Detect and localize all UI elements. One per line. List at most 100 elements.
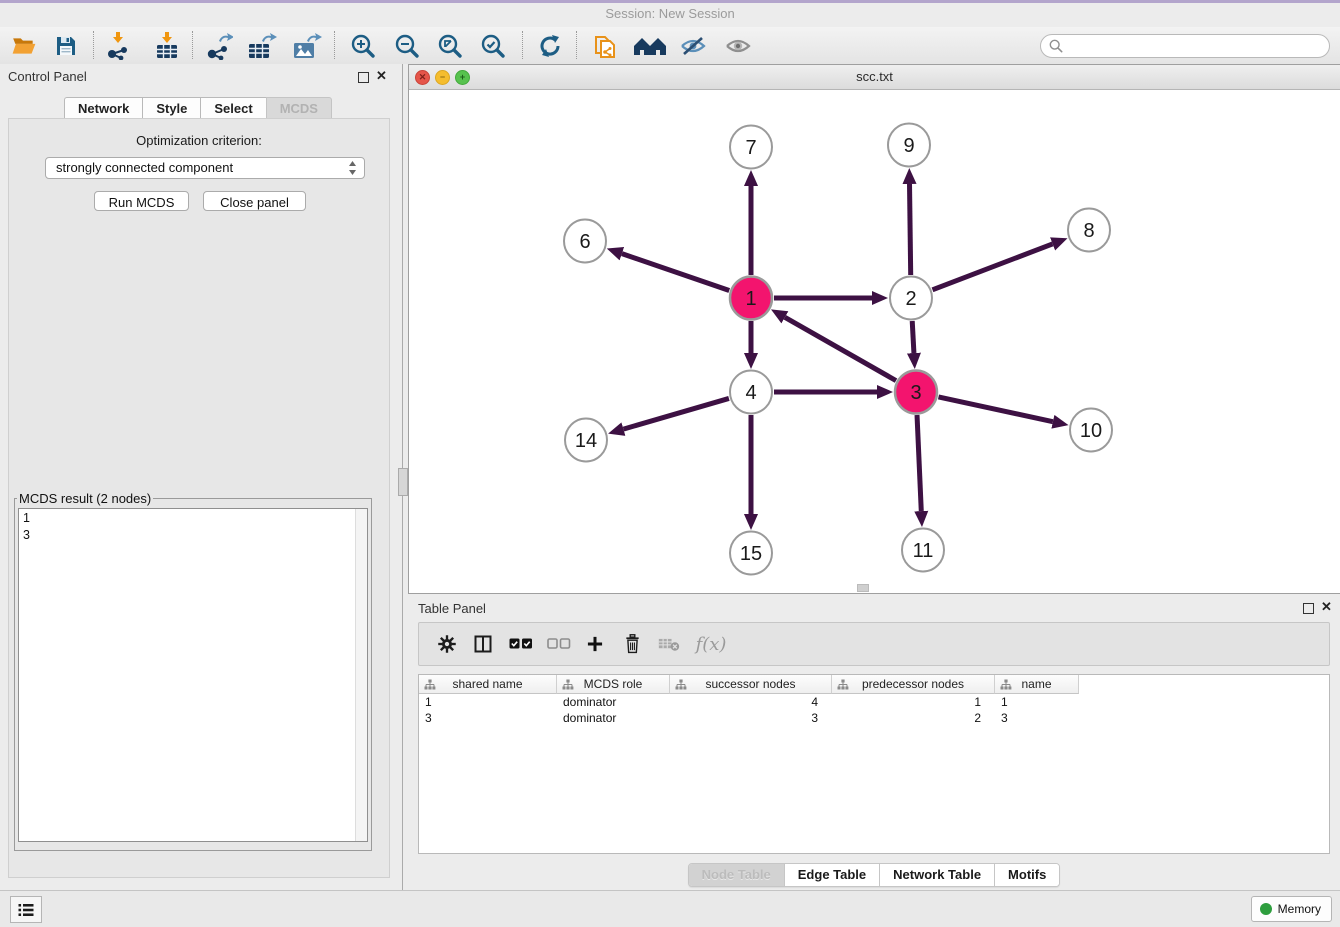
- close-panel-button[interactable]: Close panel: [203, 191, 306, 211]
- app-titlebar[interactable]: Session: New Session: [0, 0, 1340, 30]
- export-image-icon: [292, 32, 322, 60]
- node-table[interactable]: shared nameMCDS rolesuccessor nodesprede…: [418, 674, 1330, 854]
- tab-network-table[interactable]: Network Table: [880, 864, 995, 886]
- column-header-shared-name[interactable]: shared name: [419, 675, 557, 694]
- graph-node-1[interactable]: 1: [730, 277, 772, 320]
- task-history-button[interactable]: [10, 896, 42, 923]
- function-builder-button[interactable]: f(x): [691, 631, 731, 657]
- minimize-window-icon[interactable]: −: [435, 70, 450, 85]
- checked-boxes-icon: [509, 637, 533, 651]
- float-panel-icon[interactable]: [358, 72, 369, 83]
- tab-mcds[interactable]: MCDS: [266, 97, 332, 120]
- zoom-out-button[interactable]: [391, 30, 423, 62]
- save-floppy-icon: [54, 34, 78, 58]
- column-header-predecessor-nodes[interactable]: predecessor nodes: [832, 675, 995, 694]
- export-table-button[interactable]: [246, 30, 278, 62]
- graph-node-11[interactable]: 11: [902, 529, 944, 572]
- table-cell: dominator: [557, 710, 670, 726]
- network-graph: 7 9 6 8 1 2 4 3 14 10 15 11: [409, 90, 1338, 592]
- zoom-selected-button[interactable]: [477, 30, 509, 62]
- mcds-result-textarea[interactable]: 13: [18, 508, 368, 842]
- import-network-button[interactable]: [102, 30, 134, 62]
- graph-edge-1-6[interactable]: [622, 254, 729, 291]
- zoom-in-button[interactable]: [347, 30, 379, 62]
- mcds-result-line: 3: [23, 527, 367, 544]
- import-table-button[interactable]: [151, 30, 183, 62]
- deselect-all-rows-button[interactable]: [545, 631, 573, 657]
- delete-table-button[interactable]: [655, 631, 683, 657]
- graph-node-3[interactable]: 3: [895, 371, 937, 414]
- show-column-button[interactable]: [469, 631, 497, 657]
- open-session-button[interactable]: [8, 30, 40, 62]
- graph-node-8[interactable]: 8: [1068, 209, 1110, 252]
- network-canvas[interactable]: 7 9 6 8 1 2 4 3 14 10 15 11: [409, 90, 1340, 593]
- search-box[interactable]: [1040, 34, 1330, 58]
- table-toolbar: f(x): [418, 622, 1330, 666]
- graph-edge-3-1[interactable]: [785, 317, 896, 380]
- column-header-successor-nodes[interactable]: successor nodes: [670, 675, 832, 694]
- refresh-layout-button[interactable]: [534, 30, 566, 62]
- tab-network[interactable]: Network: [64, 97, 142, 120]
- memory-button[interactable]: Memory: [1251, 896, 1332, 922]
- graph-edge-3-10[interactable]: [938, 397, 1052, 422]
- close-panel-icon[interactable]: ✕: [376, 68, 387, 84]
- network-window: ✕ − + scc.txt 7 9 6 8 1 2 4 3 14 10 15 11: [408, 64, 1340, 594]
- graph-node-2[interactable]: 2: [890, 277, 932, 320]
- table-panel: Table Panel ✕ f(x) shared nameMCDS roles…: [408, 594, 1340, 890]
- zoom-window-icon[interactable]: +: [455, 70, 470, 85]
- tab-motifs[interactable]: Motifs: [995, 864, 1059, 886]
- graph-edge-2-8[interactable]: [932, 244, 1052, 290]
- hide-selected-button[interactable]: [677, 30, 709, 62]
- tab-style[interactable]: Style: [142, 97, 200, 120]
- splitter-grip[interactable]: [398, 468, 408, 496]
- graph-edge-2-3[interactable]: [912, 321, 914, 353]
- criterion-select[interactable]: strongly connected component: [45, 157, 365, 179]
- columns-icon: [473, 634, 493, 654]
- export-image-button[interactable]: [291, 30, 323, 62]
- eye-icon: [724, 34, 752, 58]
- mcds-result-line: 1: [23, 510, 367, 527]
- graph-node-4[interactable]: 4: [730, 371, 772, 414]
- tab-node-table[interactable]: Node Table: [689, 864, 785, 886]
- tab-edge-table[interactable]: Edge Table: [785, 864, 880, 886]
- copy-network-view-button[interactable]: [589, 30, 621, 62]
- close-window-icon[interactable]: ✕: [415, 70, 430, 85]
- table-row[interactable]: 1dominator411: [419, 694, 1329, 710]
- float-table-panel-icon[interactable]: [1303, 603, 1314, 614]
- canvas-scrollbar-thumb[interactable]: [857, 584, 869, 592]
- delete-column-button[interactable]: [618, 631, 646, 657]
- run-mcds-button[interactable]: Run MCDS: [94, 191, 189, 211]
- result-scrollbar[interactable]: [355, 509, 367, 841]
- close-table-panel-icon[interactable]: ✕: [1321, 599, 1332, 615]
- graph-node-10[interactable]: 10: [1070, 409, 1112, 452]
- graph-node-7[interactable]: 7: [730, 126, 772, 169]
- save-session-button[interactable]: [50, 30, 82, 62]
- graph-edge-3-11[interactable]: [917, 415, 921, 511]
- create-column-button[interactable]: [581, 631, 609, 657]
- column-header-MCDS-role[interactable]: MCDS role: [557, 675, 670, 694]
- home-layout-button[interactable]: [630, 30, 670, 62]
- graph-edge-4-14[interactable]: [623, 398, 728, 429]
- column-header-name[interactable]: name: [995, 675, 1079, 694]
- toolbar-separator: [334, 31, 335, 59]
- graph-node-9[interactable]: 9: [888, 124, 930, 167]
- panel-splitter[interactable]: [396, 64, 408, 890]
- control-panel: Control Panel ✕ NetworkStyleSelectMCDS O…: [0, 64, 396, 890]
- select-all-rows-button[interactable]: [507, 631, 535, 657]
- table-row[interactable]: 3dominator323: [419, 710, 1329, 726]
- network-window-titlebar[interactable]: ✕ − + scc.txt: [409, 65, 1340, 90]
- table-settings-button[interactable]: [433, 631, 461, 657]
- tab-select[interactable]: Select: [200, 97, 265, 120]
- delete-table-icon: [658, 636, 680, 652]
- graph-edge-2-9[interactable]: [910, 184, 911, 275]
- graph-node-6[interactable]: 6: [564, 220, 606, 263]
- graph-node-label: 7: [745, 137, 756, 159]
- graph-node-label: 2: [905, 288, 916, 310]
- show-all-button[interactable]: [722, 30, 754, 62]
- graph-node-label: 4: [745, 382, 756, 404]
- graph-node-15[interactable]: 15: [730, 532, 772, 575]
- export-network-button[interactable]: [203, 30, 235, 62]
- graph-node-14[interactable]: 14: [565, 419, 607, 462]
- search-input[interactable]: [1067, 36, 1329, 56]
- zoom-fit-button[interactable]: [434, 30, 466, 62]
